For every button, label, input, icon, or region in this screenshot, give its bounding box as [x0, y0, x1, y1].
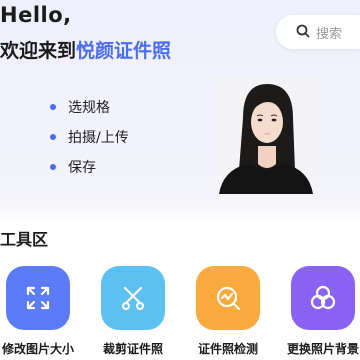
feature-item: 拍摄/上传 — [50, 122, 129, 152]
tool-label: 修改图片大小 — [1, 342, 75, 356]
background-icon — [291, 266, 355, 330]
bullet-dot — [50, 164, 56, 170]
resize-icon — [6, 266, 70, 330]
welcome-title: 欢迎来到悦颜证件照 — [0, 36, 171, 63]
tool-crop[interactable]: 裁剪证件照 — [101, 266, 165, 356]
tool-label: 更换照片背景 — [286, 342, 360, 356]
tool-background[interactable]: 更换照片背景 — [287, 266, 359, 356]
feature-label: 保存 — [68, 160, 96, 176]
feature-label: 拍摄/上传 — [68, 130, 129, 146]
feature-label: 选规格 — [68, 100, 110, 116]
bullet-dot — [50, 134, 56, 140]
search-placeholder: 搜索 — [316, 26, 343, 42]
tool-detect[interactable]: 证件照检测 — [196, 266, 260, 356]
tool-label: 裁剪证件照 — [102, 342, 164, 356]
detect-icon — [196, 266, 260, 330]
feature-item: 选规格 — [50, 92, 129, 122]
scissors-icon — [101, 266, 165, 330]
feature-list: 选规格 拍摄/上传 保存 — [50, 92, 129, 182]
search-icon — [296, 23, 310, 42]
tool-label: 证件照检测 — [197, 342, 259, 356]
welcome-prefix: 欢迎来到 — [0, 40, 77, 62]
bullet-dot — [50, 104, 56, 110]
section-title: 工具区 — [0, 230, 49, 249]
greeting-text: Hello, — [0, 3, 72, 27]
feature-item: 保存 — [50, 152, 129, 182]
sample-id-photo — [213, 78, 318, 194]
search-bar[interactable]: 搜索 — [276, 15, 360, 49]
tool-resize[interactable]: 修改图片大小 — [2, 266, 74, 356]
brand-name: 悦颜证件照 — [76, 40, 172, 62]
